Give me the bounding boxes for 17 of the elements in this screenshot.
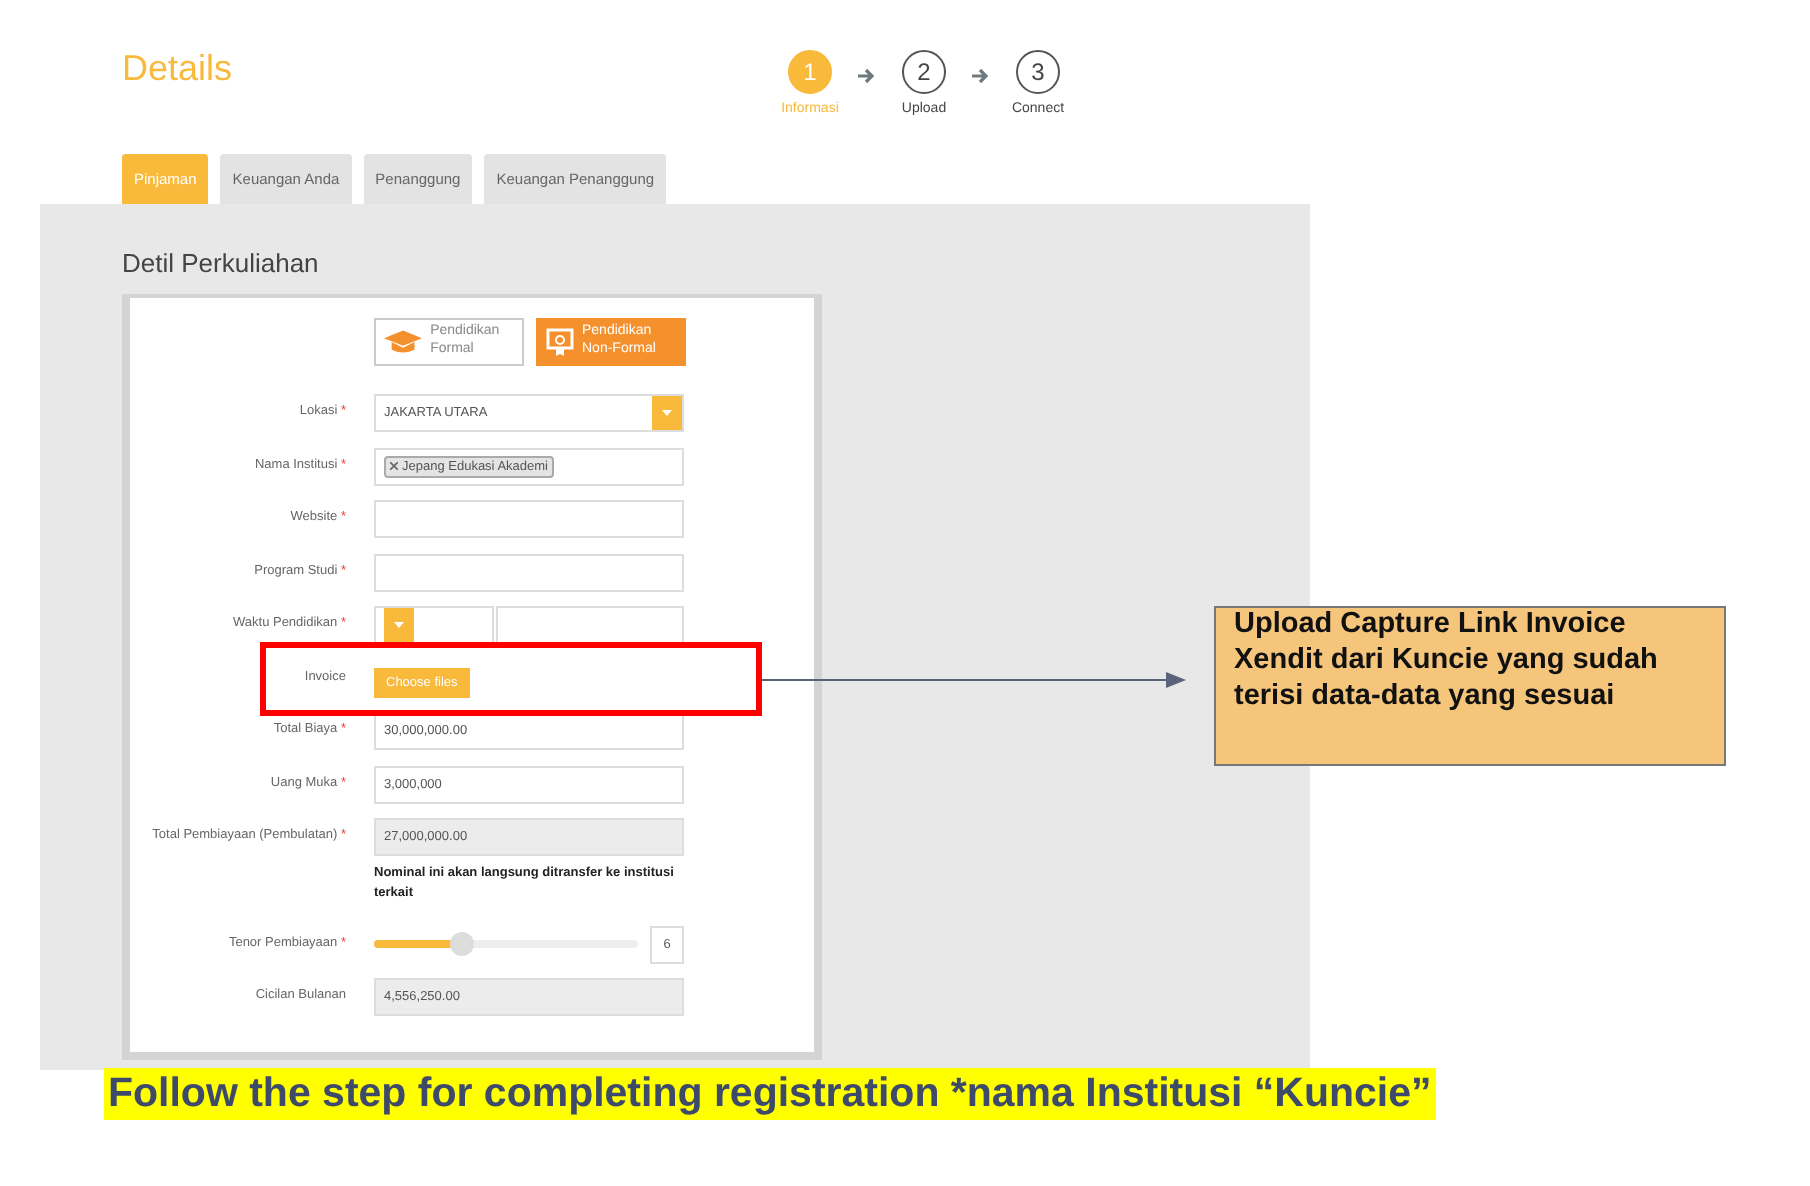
arrow-right-icon [858,68,876,84]
step-number[interactable]: 3 [1016,50,1060,94]
caption-text: Follow the step for completing registration *nama Institusi “Kuncie” [104,1068,1436,1120]
annotation-callout: Upload Capture Link Invoice Xendit dari Kuncie yang sudah terisi data-data yang sesuai [1214,606,1726,766]
year-input-field[interactable] [496,606,684,644]
caret-down-icon [394,622,404,628]
graduation-cap-icon [384,330,423,354]
text-input-field[interactable] [374,500,684,538]
remove-icon[interactable] [390,462,398,470]
text-input-field[interactable] [374,553,684,591]
certificate-icon [546,328,574,356]
page-title: Details [122,48,233,92]
arrow-right-icon [972,68,990,84]
step-number[interactable]: 2 [902,50,946,94]
section-title: Detil Perkuliahan [122,248,321,278]
caret-down-icon [662,410,672,416]
month-select[interactable] [374,606,494,644]
